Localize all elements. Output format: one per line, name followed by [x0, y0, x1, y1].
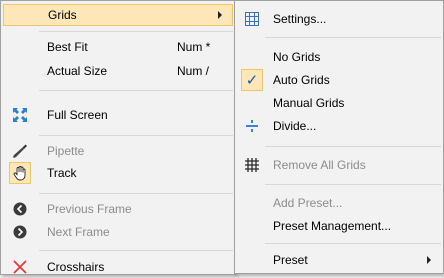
- submenu-item-label: Preset Management...: [273, 219, 392, 233]
- previous-frame-icon: [3, 198, 37, 220]
- menu-item-label: Grids: [48, 8, 77, 22]
- submenu-item-preset-management[interactable]: Preset Management...: [237, 215, 441, 237]
- submenu-item-label: Add Preset...: [273, 196, 343, 210]
- menu-item-pipette[interactable]: Pipette: [3, 140, 233, 162]
- menu-item-previous-frame[interactable]: Previous Frame: [3, 198, 233, 220]
- menu-item-next-frame[interactable]: Next Frame: [3, 221, 233, 243]
- submenu-item-settings[interactable]: Settings...: [237, 8, 441, 30]
- menu-item-label: Previous Frame: [47, 202, 132, 216]
- submenu-item-remove-all-grids[interactable]: Remove All Grids: [237, 154, 441, 176]
- menu-separator: [265, 184, 441, 185]
- menu-item-label: Pipette: [47, 144, 85, 158]
- menu-item-label: Crosshairs: [47, 260, 105, 274]
- menu-item-label: Full Screen: [47, 108, 108, 122]
- menu-separator: [39, 250, 233, 251]
- menu-separator: [39, 135, 233, 136]
- menu-item-actual-size[interactable]: Actual Size Num /: [3, 60, 233, 82]
- submenu-item-label: Remove All Grids: [273, 158, 366, 172]
- menu-separator: [39, 90, 233, 91]
- menu-separator: [265, 146, 441, 147]
- submenu-item-no-grids[interactable]: No Grids: [237, 46, 441, 68]
- view-context-menu: Grids Best Fit Num * Actual Size Num / F…: [0, 0, 236, 275]
- divide-icon: [237, 115, 267, 137]
- menu-separator: [265, 243, 441, 244]
- submenu-item-label: No Grids: [273, 50, 321, 64]
- fullscreen-icon: [3, 104, 37, 126]
- submenu-item-auto-grids[interactable]: ✓ Auto Grids: [237, 69, 441, 91]
- submenu-item-label: Settings...: [273, 12, 327, 26]
- remove-grids-icon: [237, 154, 267, 176]
- next-frame-icon: [3, 221, 37, 243]
- pipette-icon: [3, 140, 37, 162]
- menu-separator: [265, 37, 441, 38]
- menu-item-label: Next Frame: [47, 225, 110, 239]
- menu-item-full-screen[interactable]: Full Screen: [3, 104, 233, 126]
- menu-item-track[interactable]: Track: [3, 162, 233, 184]
- submenu-item-label: Manual Grids: [273, 96, 345, 110]
- menu-item-label: Track: [47, 166, 77, 180]
- submenu-item-divide[interactable]: Divide...: [237, 115, 441, 137]
- submenu-arrow-icon: [427, 256, 431, 264]
- menu-separator: [39, 31, 233, 32]
- menu-item-label: Best Fit: [47, 40, 88, 54]
- shortcut-label: Num /: [177, 64, 210, 78]
- submenu-item-label: Divide...: [273, 119, 317, 133]
- menu-separator: [39, 193, 233, 194]
- submenu-item-label: Preset: [273, 253, 308, 267]
- checkmark-icon: ✓: [241, 69, 263, 91]
- submenu-item-add-preset[interactable]: Add Preset...: [237, 192, 441, 214]
- submenu-item-label: Auto Grids: [273, 73, 330, 87]
- grid-settings-icon: [237, 8, 267, 30]
- submenu-arrow-icon: [218, 11, 222, 19]
- shortcut-label: Num *: [177, 40, 211, 54]
- hand-icon: [9, 162, 31, 184]
- menu-item-label: Actual Size: [47, 64, 108, 78]
- menu-item-grids[interactable]: Grids: [3, 4, 233, 26]
- submenu-item-preset[interactable]: Preset: [237, 249, 441, 271]
- submenu-item-manual-grids[interactable]: Manual Grids: [237, 92, 441, 114]
- menu-item-best-fit[interactable]: Best Fit Num *: [3, 36, 233, 58]
- grids-submenu: Settings... No Grids ✓ Auto Grids Manual…: [234, 0, 444, 274]
